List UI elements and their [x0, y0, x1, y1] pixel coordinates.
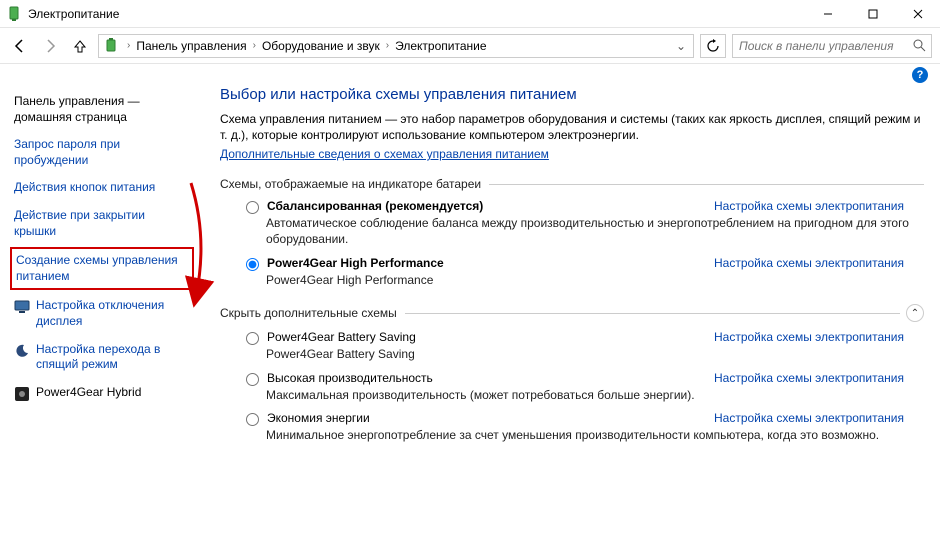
plan-desc: Power4Gear Battery Saving	[266, 347, 924, 363]
plan-radio-p4g-battery[interactable]	[246, 332, 259, 345]
plan-settings-link[interactable]: Настройка схемы электропитания	[714, 411, 924, 425]
group-battery-plans: Схемы, отображаемые на индикаторе батаре…	[220, 177, 924, 191]
sidebar-item-create-plan[interactable]: Создание схемы управления питанием	[16, 253, 188, 284]
minimize-button[interactable]	[805, 0, 850, 28]
plan-high-perf[interactable]: Высокая производительность Настройка схе…	[246, 371, 924, 386]
chevron-up-icon[interactable]: ⌃	[906, 304, 924, 322]
search-icon[interactable]	[907, 39, 931, 52]
plan-settings-link[interactable]: Настройка схемы электропитания	[714, 256, 924, 270]
chevron-right-icon: ›	[382, 40, 393, 51]
sidebar-item-sleep[interactable]: Настройка перехода в спящий режим	[14, 336, 190, 379]
plan-settings-link[interactable]: Настройка схемы электропитания	[714, 371, 924, 385]
back-button[interactable]	[8, 34, 32, 58]
plan-settings-link[interactable]: Настройка схемы электропитания	[714, 199, 924, 213]
plan-balanced[interactable]: Сбалансированная (рекомендуется) Настрой…	[246, 199, 924, 214]
forward-button[interactable]	[38, 34, 62, 58]
plan-settings-link[interactable]: Настройка схемы электропитания	[714, 330, 924, 344]
highlight-annotation: Создание схемы управления питанием	[10, 247, 194, 290]
plan-radio-p4g-high[interactable]	[246, 258, 259, 271]
plan-desc: Power4Gear High Performance	[266, 273, 924, 289]
breadcrumb-item[interactable]: Оборудование и звук	[262, 39, 380, 53]
plan-radio-balanced[interactable]	[246, 201, 259, 214]
close-button[interactable]	[895, 0, 940, 28]
breadcrumb-dropdown[interactable]: ⌄	[673, 39, 689, 53]
titlebar: Электропитание	[0, 0, 940, 28]
maximize-button[interactable]	[850, 0, 895, 28]
moon-icon	[14, 343, 30, 359]
breadcrumb[interactable]: › Панель управления › Оборудование и зву…	[98, 34, 694, 58]
navbar: › Панель управления › Оборудование и зву…	[0, 28, 940, 64]
battery-icon	[103, 38, 119, 54]
sidebar-home[interactable]: Панель управления — домашняя страница	[14, 88, 190, 131]
main-content: Выбор или настройка схемы управления пит…	[200, 86, 940, 545]
app-icon	[6, 6, 22, 22]
breadcrumb-item[interactable]: Панель управления	[136, 39, 246, 53]
refresh-button[interactable]	[700, 34, 726, 58]
plan-radio-power-saver[interactable]	[246, 413, 259, 426]
plan-p4g-high[interactable]: Power4Gear High Performance Настройка сх…	[246, 256, 924, 271]
chevron-right-icon: ›	[123, 40, 134, 51]
breadcrumb-item[interactable]: Электропитание	[395, 39, 486, 53]
sidebar-item-password[interactable]: Запрос пароля при пробуждении	[14, 131, 190, 174]
sidebar: Панель управления — домашняя страница За…	[0, 86, 200, 545]
search-input[interactable]	[733, 39, 907, 53]
sidebar-item-lid-close[interactable]: Действие при закрытии крышки	[14, 202, 190, 245]
up-button[interactable]	[68, 34, 92, 58]
search-box[interactable]	[732, 34, 932, 58]
plan-p4g-battery[interactable]: Power4Gear Battery Saving Настройка схем…	[246, 330, 924, 345]
plan-power-saver[interactable]: Экономия энергии Настройка схемы электро…	[246, 411, 924, 426]
help-icon[interactable]: ?	[912, 67, 928, 83]
group-hide-additional[interactable]: Скрыть дополнительные схемы ⌃	[220, 304, 924, 322]
intro-text: Схема управления питанием — это набор па…	[220, 111, 924, 143]
window-title: Электропитание	[28, 7, 805, 21]
page-heading: Выбор или настройка схемы управления пит…	[220, 86, 924, 103]
gear-icon	[14, 386, 30, 402]
plan-desc: Минимальное энергопотребление за счет ум…	[266, 428, 924, 444]
sidebar-item-display-off[interactable]: Настройка отключения дисплея	[14, 292, 190, 335]
sidebar-item-power-buttons[interactable]: Действия кнопок питания	[14, 174, 190, 202]
more-info-link[interactable]: Дополнительные сведения о схемах управле…	[220, 147, 549, 161]
plan-desc: Автоматическое соблюдение баланса между …	[266, 216, 924, 247]
sidebar-item-power4gear[interactable]: Power4Gear Hybrid	[14, 379, 190, 408]
chevron-right-icon: ›	[249, 40, 260, 51]
plan-desc: Максимальная производительность (может п…	[266, 388, 924, 404]
plan-radio-high-perf[interactable]	[246, 373, 259, 386]
monitor-icon	[14, 299, 30, 315]
